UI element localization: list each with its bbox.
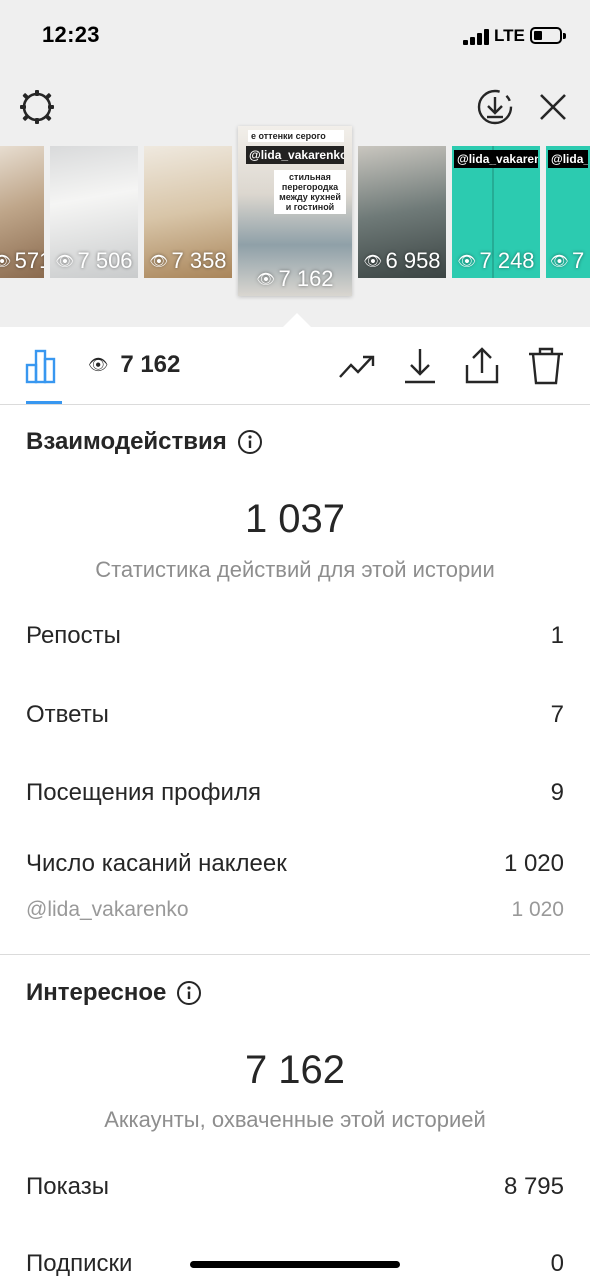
trash-icon[interactable] bbox=[525, 345, 567, 387]
status-time: 12:23 bbox=[42, 22, 100, 47]
gear-icon[interactable] bbox=[16, 86, 58, 128]
story-caption: стильная перегородка между кухней и гост… bbox=[274, 170, 346, 214]
story-views: 👁 7 358 bbox=[149, 248, 227, 273]
story-thumbnail[interactable]: @lida_vakarenko 👁7 bbox=[546, 146, 590, 278]
status-bar: 12:23 LTE bbox=[0, 0, 590, 72]
insights-toolbar: 👁 7 162 bbox=[0, 327, 590, 405]
story-views: 👁 7 bbox=[550, 248, 585, 273]
stat-row-profile-visits: Посещения профиля 9 bbox=[26, 779, 564, 806]
stat-row-impressions: Показы 8 795 bbox=[26, 1173, 564, 1200]
network-type: LTE bbox=[494, 26, 525, 45]
stat-row-sticker-taps: Число касаний наклеек 1 020 bbox=[26, 850, 564, 877]
battery-icon bbox=[530, 27, 566, 44]
story-thumbnail-selected[interactable]: е оттенки серого @lida_vakarenko стильна… bbox=[238, 126, 352, 296]
signal-icon bbox=[463, 29, 491, 45]
story-mention: @lida_vakarenko bbox=[246, 146, 344, 164]
story-views: 👁 7 506 bbox=[55, 248, 133, 273]
eye-icon: 👁 bbox=[149, 253, 169, 270]
info-icon[interactable] bbox=[237, 429, 263, 455]
story-views: 👁 7 162 bbox=[256, 266, 334, 291]
story-mention: @lida_vakarenko bbox=[454, 150, 538, 168]
info-icon[interactable] bbox=[176, 980, 202, 1006]
discovery-caption: Аккаунты, охваченные этой историей bbox=[104, 1107, 486, 1132]
eye-icon: 👁 bbox=[0, 253, 12, 270]
story-header-area: 12:23 LTE 👁 57 👁 7 506 👁 7 358 е оттенки… bbox=[0, 0, 590, 327]
stat-row-replies: Ответы 7 bbox=[26, 701, 564, 728]
discovery-total: 7 162 bbox=[244, 1048, 346, 1092]
story-thumbnail[interactable]: 👁 7 506 bbox=[50, 146, 138, 278]
discovery-section-title: Интересное bbox=[26, 979, 202, 1007]
eye-icon: 👁 bbox=[550, 253, 570, 270]
eye-icon: 👁 bbox=[457, 253, 477, 270]
stat-subrow-mention: @lida_vakarenko 1 020 bbox=[26, 898, 564, 921]
story-thumbnail[interactable]: 👁 6 958 bbox=[358, 146, 446, 278]
interactions-section-title: Взаимодействия bbox=[26, 428, 263, 456]
stat-row-reposts: Репосты 1 bbox=[26, 622, 564, 649]
eye-icon: 👁 bbox=[256, 271, 276, 288]
download-circle-icon[interactable] bbox=[474, 86, 516, 128]
download-icon[interactable] bbox=[399, 345, 441, 387]
section-divider bbox=[0, 954, 590, 955]
trend-icon[interactable] bbox=[336, 345, 378, 387]
story-thumbnail[interactable]: 👁571 bbox=[0, 146, 44, 278]
selection-pointer bbox=[283, 313, 311, 327]
story-caption: е оттенки серого bbox=[248, 130, 344, 142]
story-views: 👁571 bbox=[0, 248, 44, 274]
close-icon[interactable] bbox=[532, 86, 574, 128]
bar-chart-icon[interactable] bbox=[22, 345, 64, 387]
story-view-count: 👁 7 162 bbox=[88, 351, 181, 378]
story-thumbnail[interactable]: 👁 7 358 bbox=[144, 146, 232, 278]
story-mention: @lida_vakarenko bbox=[548, 150, 588, 168]
story-thumbnail[interactable]: @lida_vakarenko 👁7 248 bbox=[452, 146, 540, 278]
eye-icon: 👁 bbox=[363, 253, 383, 270]
interactions-total: 1 037 bbox=[244, 497, 346, 541]
share-icon[interactable] bbox=[461, 345, 503, 387]
interactions-caption: Статистика действий для этой истории bbox=[95, 557, 495, 582]
home-indicator[interactable] bbox=[190, 1261, 400, 1268]
story-views: 👁 6 958 bbox=[363, 248, 441, 273]
story-views: 👁 7 248 bbox=[457, 248, 535, 273]
eye-icon: 👁 bbox=[88, 357, 109, 374]
eye-icon: 👁 bbox=[55, 253, 75, 270]
active-tab-indicator bbox=[26, 401, 62, 404]
